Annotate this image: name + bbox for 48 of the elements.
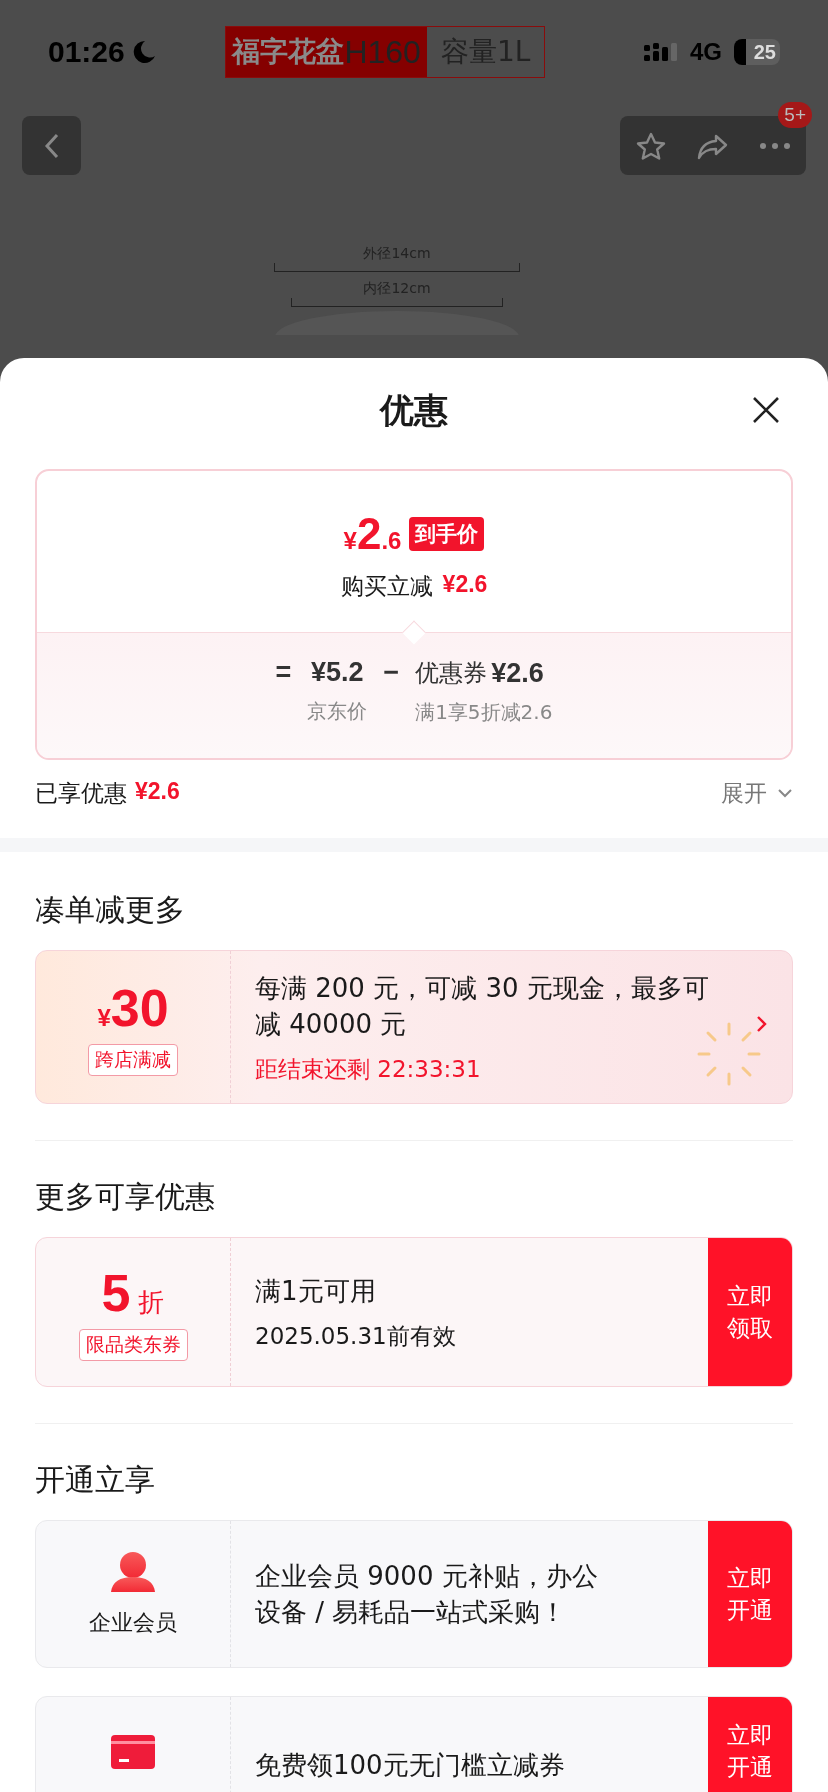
coupon-tag: 限品类东券 [78, 1329, 188, 1361]
notification-badge: 5+ [778, 102, 812, 128]
minus-sign: − [383, 657, 400, 689]
activate-button[interactable]: 立即开通 [708, 1521, 792, 1667]
saving-amount: ¥2.6 [442, 571, 488, 599]
battery-level: 25 [753, 40, 776, 64]
chevron-down-icon [777, 787, 793, 799]
card-icon [111, 1735, 155, 1769]
signal-icon [643, 43, 678, 61]
discount-label: 已享优惠 [35, 778, 127, 808]
equals-sign: = [275, 657, 292, 689]
expand-button[interactable]: 展开 [721, 777, 793, 809]
coupon-amount: ¥2.6 [491, 657, 544, 689]
person-icon [111, 1550, 155, 1592]
base-price-label: 京东价 [307, 698, 368, 725]
network-type: 4G [689, 38, 722, 66]
section-title: 凑单减更多 [35, 891, 186, 929]
more-icon [759, 141, 791, 150]
section-title: 开通立享 [35, 1461, 156, 1499]
expiry-date: 2025.05.31前有效 [255, 1321, 457, 1351]
promotion-tag: 跨店满减 [88, 1044, 178, 1076]
base-price: ¥5.2 [311, 657, 364, 688]
promotion-text: 每满 200 元，可减 30 元现金，最多可减 40000 元 [255, 971, 710, 1041]
back-button[interactable] [22, 116, 81, 175]
model-number: H160 [344, 33, 421, 71]
final-price: ¥2.6 [343, 509, 402, 559]
claim-button[interactable]: 立即领取 [708, 1238, 792, 1386]
promotion-card[interactable]: ¥30 跨店满减 每满 200 元，可减 30 元现金，最多可减 40000 元 距结束还剩 22:33:31 [35, 950, 793, 1104]
coupon-condition: 满1元可用 [255, 1274, 377, 1308]
back-icon [43, 132, 60, 159]
countdown-text: 距结束还剩 22:33:31 [255, 1054, 482, 1084]
chevron-right-icon [756, 1015, 768, 1033]
star-icon [635, 130, 667, 161]
price-tag: 到手价 [409, 517, 485, 551]
sheet-title: 优惠 [380, 389, 448, 432]
section-title: 更多可享优惠 [35, 1178, 216, 1216]
discount-amount: ¥2.6 [135, 777, 180, 806]
coupon-rule: 满1享5折减2.6 [415, 699, 553, 726]
coupon-label: 优惠券 [415, 658, 488, 689]
member-name: 企业会员 [89, 1609, 177, 1637]
clock-time: 01:26 [48, 35, 125, 69]
offer-text: 企业会员 9000 元补贴，办公设备 / 易耗品一站式采购！ [255, 1560, 599, 1629]
discount-amount: 5 折 [101, 1263, 165, 1323]
offer-text: 免费领100元无门槛立减券 [255, 1749, 566, 1782]
product-name: 福字花盆 [232, 34, 345, 70]
saving-label: 购买立减 [340, 572, 433, 601]
activate-button[interactable]: 立即开通 [708, 1697, 792, 1792]
discount-amount: ¥30 [97, 978, 169, 1038]
